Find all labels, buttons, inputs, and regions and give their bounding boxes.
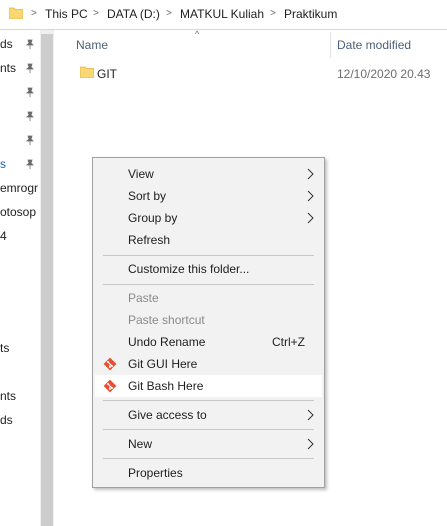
nav-item[interactable]: ts xyxy=(0,341,9,355)
breadcrumb-matkul-kuliah[interactable]: MATKUL Kuliah xyxy=(180,7,264,21)
menu-item-label: Sort by xyxy=(128,189,167,203)
nav-item[interactable]: otosop xyxy=(0,205,36,219)
menu-item-label: Git Bash Here xyxy=(128,379,204,393)
git-logo-icon xyxy=(103,379,117,393)
menu-item-label: Give access to xyxy=(128,408,207,422)
menu-item-label: Git GUI Here xyxy=(128,357,198,371)
menu-item-label: Paste xyxy=(128,291,159,305)
menu-item-group-by[interactable]: Group by xyxy=(95,207,322,229)
pin-icon[interactable] xyxy=(25,111,35,121)
breadcrumb-data-drive[interactable]: DATA (D:) xyxy=(107,7,160,21)
chevron-right-icon xyxy=(307,190,314,202)
nav-item[interactable]: nts xyxy=(0,389,16,403)
breadcrumb-separator: > xyxy=(31,8,37,19)
pin-icon[interactable] xyxy=(25,39,35,49)
folder-icon xyxy=(9,7,23,19)
breadcrumb-separator: > xyxy=(166,8,172,19)
context-menu: View Sort by Group by Refresh Customize … xyxy=(92,157,325,488)
breadcrumb-this-pc[interactable]: This PC xyxy=(45,7,88,21)
nav-scrollbar-thumb[interactable] xyxy=(41,34,53,526)
menu-item-shortcut: Ctrl+Z xyxy=(272,335,305,349)
menu-item-label: View xyxy=(128,167,154,181)
file-row-git[interactable]: GIT 12/10/2020 20.43 xyxy=(70,61,447,85)
menu-separator xyxy=(103,400,314,401)
menu-item-undo-rename[interactable]: Undo Rename Ctrl+Z xyxy=(95,331,322,353)
nav-item[interactable]: s xyxy=(0,157,6,171)
pin-icon[interactable] xyxy=(25,87,35,97)
nav-item[interactable]: ds xyxy=(0,413,13,427)
nav-item[interactable]: emrogr xyxy=(0,181,38,195)
menu-item-git-bash-here[interactable]: Git Bash Here xyxy=(95,375,322,397)
pin-icon[interactable] xyxy=(25,135,35,145)
menu-separator xyxy=(103,429,314,430)
nav-item[interactable]: ds xyxy=(0,37,13,51)
menu-item-new[interactable]: New xyxy=(95,433,322,455)
menu-item-label: Undo Rename xyxy=(128,335,206,349)
breadcrumb-praktikum[interactable]: Praktikum xyxy=(284,7,337,21)
menu-item-label: Refresh xyxy=(128,233,171,247)
menu-item-label: New xyxy=(128,437,153,451)
folder-icon xyxy=(80,66,94,78)
column-header-name[interactable]: Name xyxy=(76,38,108,52)
menu-item-git-gui-here[interactable]: Git GUI Here xyxy=(95,353,322,375)
menu-item-customize-folder[interactable]: Customize this folder... xyxy=(95,258,322,280)
address-bar[interactable]: > This PC > DATA (D:) > MATKUL Kuliah > … xyxy=(0,0,447,30)
chevron-right-icon xyxy=(307,212,314,224)
menu-item-view[interactable]: View xyxy=(95,163,322,185)
menu-item-paste-shortcut: Paste shortcut xyxy=(95,309,322,331)
menu-item-label: Group by xyxy=(128,211,178,225)
git-logo-icon xyxy=(103,357,117,371)
nav-item[interactable]: nts xyxy=(0,61,16,75)
menu-separator xyxy=(103,458,314,459)
menu-item-sort-by[interactable]: Sort by xyxy=(95,185,322,207)
nav-item[interactable]: 4 xyxy=(0,229,7,243)
breadcrumb-separator: > xyxy=(270,8,276,19)
menu-separator xyxy=(103,284,314,285)
menu-item-label: Paste shortcut xyxy=(128,313,205,327)
menu-item-give-access-to[interactable]: Give access to xyxy=(95,404,322,426)
navigation-pane: ds nts s emrogr otosop 4 ts nts ds xyxy=(0,30,40,526)
menu-item-label: Properties xyxy=(128,466,183,480)
column-header-date-modified[interactable]: Date modified xyxy=(337,38,411,52)
menu-item-properties[interactable]: Properties xyxy=(95,462,322,484)
file-date-modified: 12/10/2020 20.43 xyxy=(337,67,431,81)
column-divider[interactable] xyxy=(330,32,331,58)
menu-item-paste: Paste xyxy=(95,287,322,309)
chevron-right-icon xyxy=(307,168,314,180)
file-name: GIT xyxy=(97,67,117,81)
menu-item-refresh[interactable]: Refresh xyxy=(95,229,322,251)
menu-item-label: Customize this folder... xyxy=(128,262,250,276)
breadcrumb-separator: > xyxy=(93,8,99,19)
chevron-right-icon xyxy=(307,409,314,421)
menu-separator xyxy=(103,255,314,256)
pin-icon[interactable] xyxy=(25,63,35,73)
pin-icon[interactable] xyxy=(25,159,35,169)
sort-ascending-icon: ^ xyxy=(195,29,200,39)
chevron-right-icon xyxy=(307,438,314,450)
